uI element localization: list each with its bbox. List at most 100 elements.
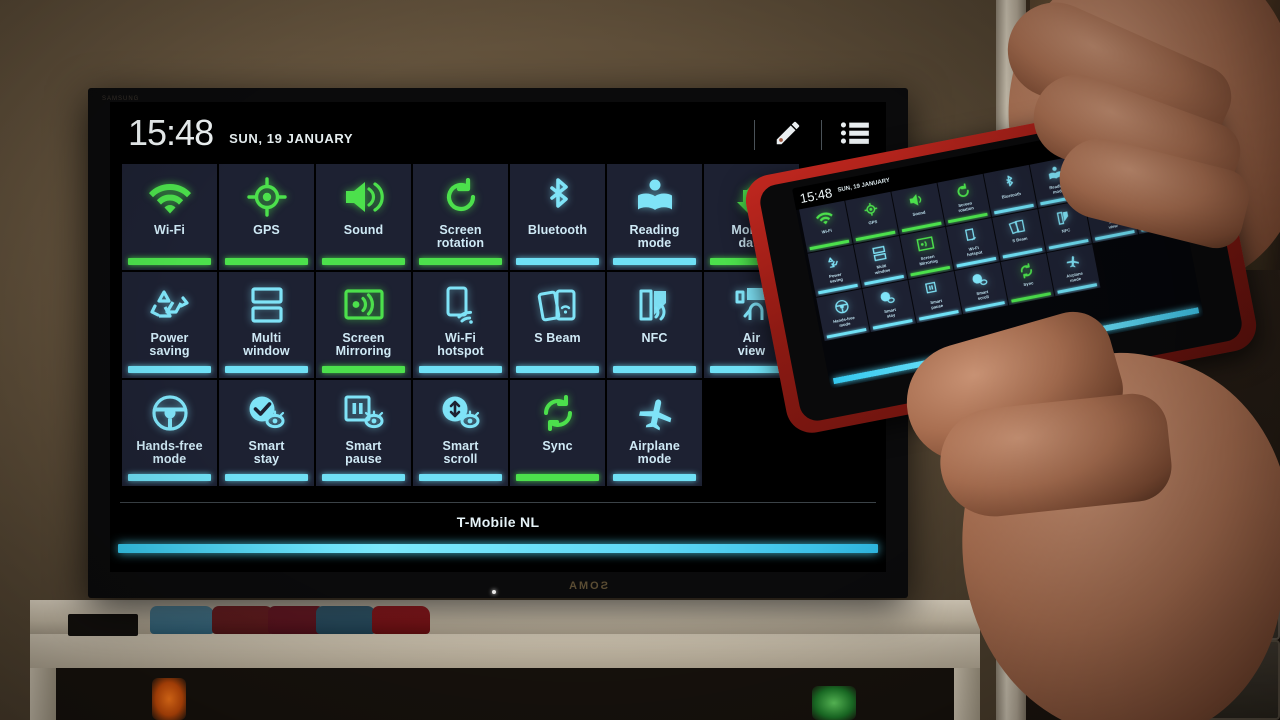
quick-tile-gps[interactable]: GPS [219,164,314,270]
television: SAMSUNG SOMA 15:48 SUN, 19 JANUARY Wi-Fi… [88,88,908,598]
quick-tile-label: Smart pause [345,439,382,466]
quick-tile-label: NFC [641,331,668,345]
quick-tile-screen-rotation[interactable]: Screen rotation [413,164,508,270]
quick-tile-smart-pause[interactable]: Smart pause [316,380,411,486]
quick-tile-power-saving[interactable]: Power saving [122,272,217,378]
smart-pause-icon [924,278,943,299]
quick-tile-label: Bluetooth [527,223,588,237]
quick-settings-row: Power saving Multi window Screen Mirrori… [122,272,886,378]
phone-tile-state-bar [918,310,959,321]
tile-state-bar [419,366,502,373]
quick-tile-air-view[interactable]: Air view [704,272,799,378]
quick-tile-wifi-hotspot[interactable]: Wi-Fi hotspot [413,272,508,378]
phone-tile-label: Sound [912,209,926,217]
multi-window-icon [250,284,284,326]
tile-state-bar [128,258,211,265]
tv-stand-leg-right [954,668,980,720]
tile-state-bar [128,474,211,481]
divider [120,502,876,503]
clock: 15:48 [128,112,214,153]
quick-tile-screen-mirroring[interactable]: Screen Mirroring [316,272,411,378]
quick-tile-label: Hands-free mode [136,439,203,466]
hands-free-icon [150,392,190,434]
tv-stand-leg-left [30,668,56,720]
phone-tile-label: Smart pause [929,297,944,311]
mobile-data-icon [732,176,772,218]
quick-tile-label: Air view [737,331,766,358]
quick-tile-reading-mode[interactable]: Reading mode [607,164,702,270]
pencil-icon[interactable] [773,118,803,153]
quick-settings-row: Hands-free mode Smart stay Smart pause S… [122,380,886,486]
quick-tile-smart-stay[interactable]: Smart stay [219,380,314,486]
quick-tile-wifi[interactable]: Wi-Fi [122,164,217,270]
quick-tile-mobile-data[interactable]: Mobile data [704,164,799,270]
tile-state-bar [710,258,793,265]
shelf-clutter-middle [1040,120,1280,270]
quick-tile-label: Wi-Fi [154,223,185,237]
screen-rotation-icon [953,181,971,202]
tile-state-bar [516,474,599,481]
quick-tile-label: Screen rotation [436,223,485,250]
date: SUN, 19 JANUARY [229,130,354,146]
phone-tile-label: Screen Mirroring [919,253,939,267]
smart-pause-icon [343,392,385,434]
phone-tile-wifi-hotspot[interactable]: Wi-Fi hotspot [946,218,1000,271]
quick-tile-smart-scroll[interactable]: Smart scroll [413,380,508,486]
quick-tile-sync[interactable]: Sync [510,380,605,486]
orange-light-glow [152,678,186,720]
smart-scroll-icon [440,392,482,434]
quick-tile-hands-free-mode[interactable]: Hands-free mode [122,380,217,486]
tile-state-bar [322,474,405,481]
sound-icon [343,176,385,218]
reading-mode-icon [636,176,674,218]
quick-tile-label: Ai gestu [823,331,857,358]
quick-settings-row: Wi-Fi GPS Sound Screen rotation Bluetoot… [122,164,886,270]
tile-state-bar [322,366,405,373]
tile-state-bar [710,366,793,373]
storage-bin-contents [1070,545,1270,625]
quick-tile-label: Sync [542,439,573,453]
quick-tile-nfc[interactable]: NFC [607,272,702,378]
tv-stand-front-panel [30,634,980,668]
status-bar: 15:48 SUN, 19 JANUARY [110,102,886,164]
phone-tile-label: Smart scroll [976,289,990,302]
gps-icon [246,176,287,218]
air-view-icon [733,284,771,326]
tile-state-bar [419,474,502,481]
quick-tile-label: Airplane mode [629,439,680,466]
phone-tile-label: Wi-Fi hotspot [966,245,983,258]
toy-car [372,606,430,634]
toy-car [212,606,274,634]
tv-screen: 15:48 SUN, 19 JANUARY Wi-Fi GPS Sound Sc… [110,102,886,572]
quick-tile-airplane-mode[interactable]: Airplane mode [607,380,702,486]
sync-icon [539,392,577,434]
storage-bin-lower [1060,640,1280,720]
quick-tile-sound[interactable]: Sound [316,164,411,270]
phone-tile-label: Screen rotation [957,200,975,214]
airplane-mode-icon [635,392,675,434]
quick-settings-footer: T-Mobile NL [110,500,886,572]
wifi-hotspot-icon [444,284,478,326]
tile-state-bar [225,474,308,481]
tile-state-bar [322,258,405,265]
list-icon[interactable] [840,120,870,151]
screen-mirroring-icon [343,284,385,326]
status-bar-actions [736,118,870,153]
bluetooth-icon [543,176,573,218]
wifi-hotspot-icon [963,225,979,245]
green-light-glow [812,686,856,720]
quick-tile-label: Screen Mirroring [335,331,392,358]
tile-state-bar [225,366,308,373]
quick-tile-s-beam[interactable]: S Beam [510,272,605,378]
quick-tile-air-gesture[interactable]: Ai gestu [801,272,879,378]
door-frame [996,0,1026,720]
phone-tile-screen-rotation[interactable]: Screen rotation [937,173,992,226]
brightness-slider[interactable] [118,544,878,553]
phone-tile-smart-pause[interactable]: Smart pause [908,271,963,324]
tile-state-bar [419,258,502,265]
quick-tile-label: Multi window [243,331,290,358]
quick-tile-bluetooth[interactable]: Bluetooth [510,164,605,270]
set-top-box [68,614,138,636]
quick-tile-multi-window[interactable]: Multi window [219,272,314,378]
screen-rotation-icon [442,176,480,218]
